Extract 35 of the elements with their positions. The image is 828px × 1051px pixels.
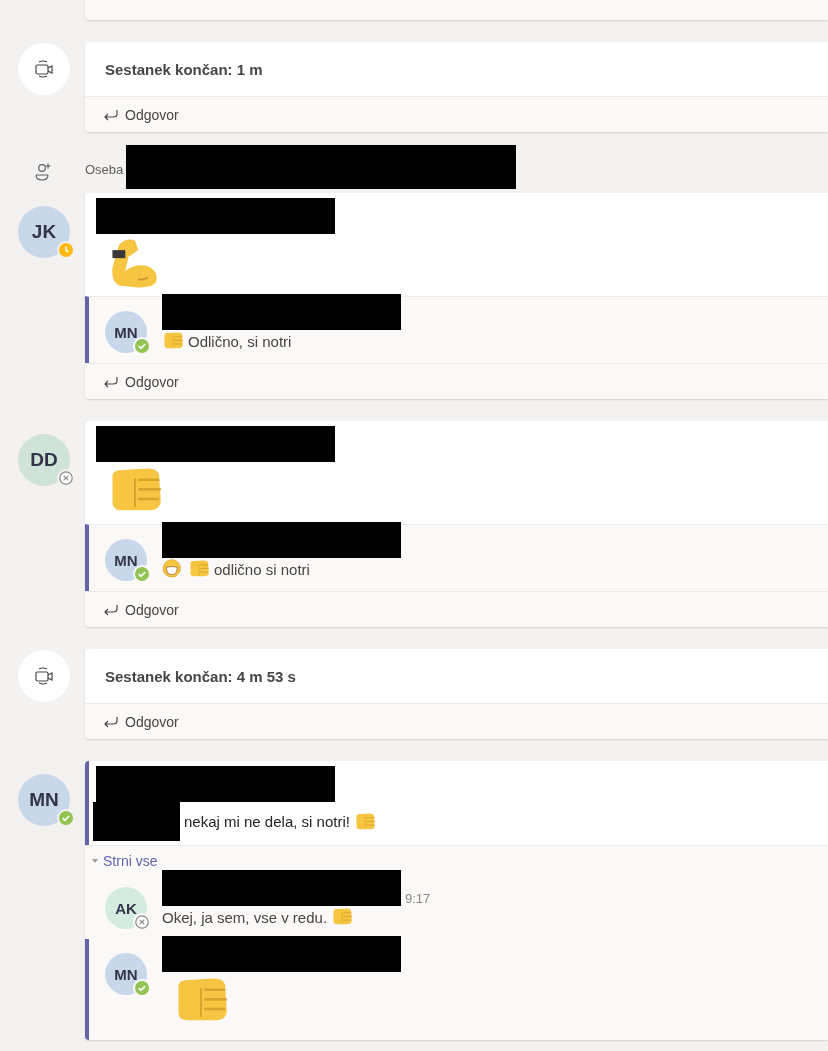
offline-status-icon bbox=[57, 469, 75, 487]
person-add-icon bbox=[33, 162, 53, 182]
avatar-initials: MN bbox=[29, 789, 59, 811]
reply-button[interactable]: Odgovor bbox=[103, 713, 179, 730]
avatar-initials: MN bbox=[114, 551, 138, 569]
reply-icon bbox=[103, 603, 119, 616]
away-status-icon bbox=[57, 241, 75, 259]
avatar-initials: DD bbox=[30, 449, 58, 471]
available-status-icon bbox=[57, 809, 75, 827]
reply-icon bbox=[103, 108, 119, 121]
reply-button[interactable]: Odgovor bbox=[103, 373, 179, 390]
available-status-icon bbox=[133, 979, 151, 997]
avatar-initials: JK bbox=[31, 221, 57, 243]
event-text: Oseba bbox=[85, 162, 124, 179]
video-camera-icon bbox=[33, 665, 55, 687]
avatar-initials: MN bbox=[114, 323, 138, 341]
reply-button[interactable]: Odgovor bbox=[103, 601, 179, 618]
message-text: nekaj mi ne dela, si notri! bbox=[184, 813, 350, 830]
video-camera-icon bbox=[33, 58, 55, 80]
collapse-link[interactable]: Strni vse bbox=[91, 853, 158, 869]
reply-button[interactable]: Odgovor bbox=[103, 106, 179, 123]
meeting-title: Sestanek končan: 1 m bbox=[104, 59, 264, 80]
meeting-title: Sestanek končan: 4 m 53 s bbox=[104, 666, 297, 687]
reply-icon bbox=[103, 375, 119, 388]
message-text: Odlično, si notri bbox=[188, 332, 292, 350]
available-status-icon bbox=[133, 565, 151, 583]
reply-icon bbox=[103, 715, 119, 728]
message-text: Okej, ja sem, vse v redu. bbox=[162, 908, 328, 926]
available-status-icon bbox=[133, 337, 151, 355]
avatar-initials: MN bbox=[114, 965, 138, 983]
avatar-initials: AK bbox=[115, 899, 137, 917]
offline-status-icon bbox=[133, 913, 151, 931]
timestamp: 9:17 bbox=[405, 891, 431, 906]
message-text: odlično si notri bbox=[214, 560, 310, 578]
caret-icon bbox=[91, 857, 99, 865]
